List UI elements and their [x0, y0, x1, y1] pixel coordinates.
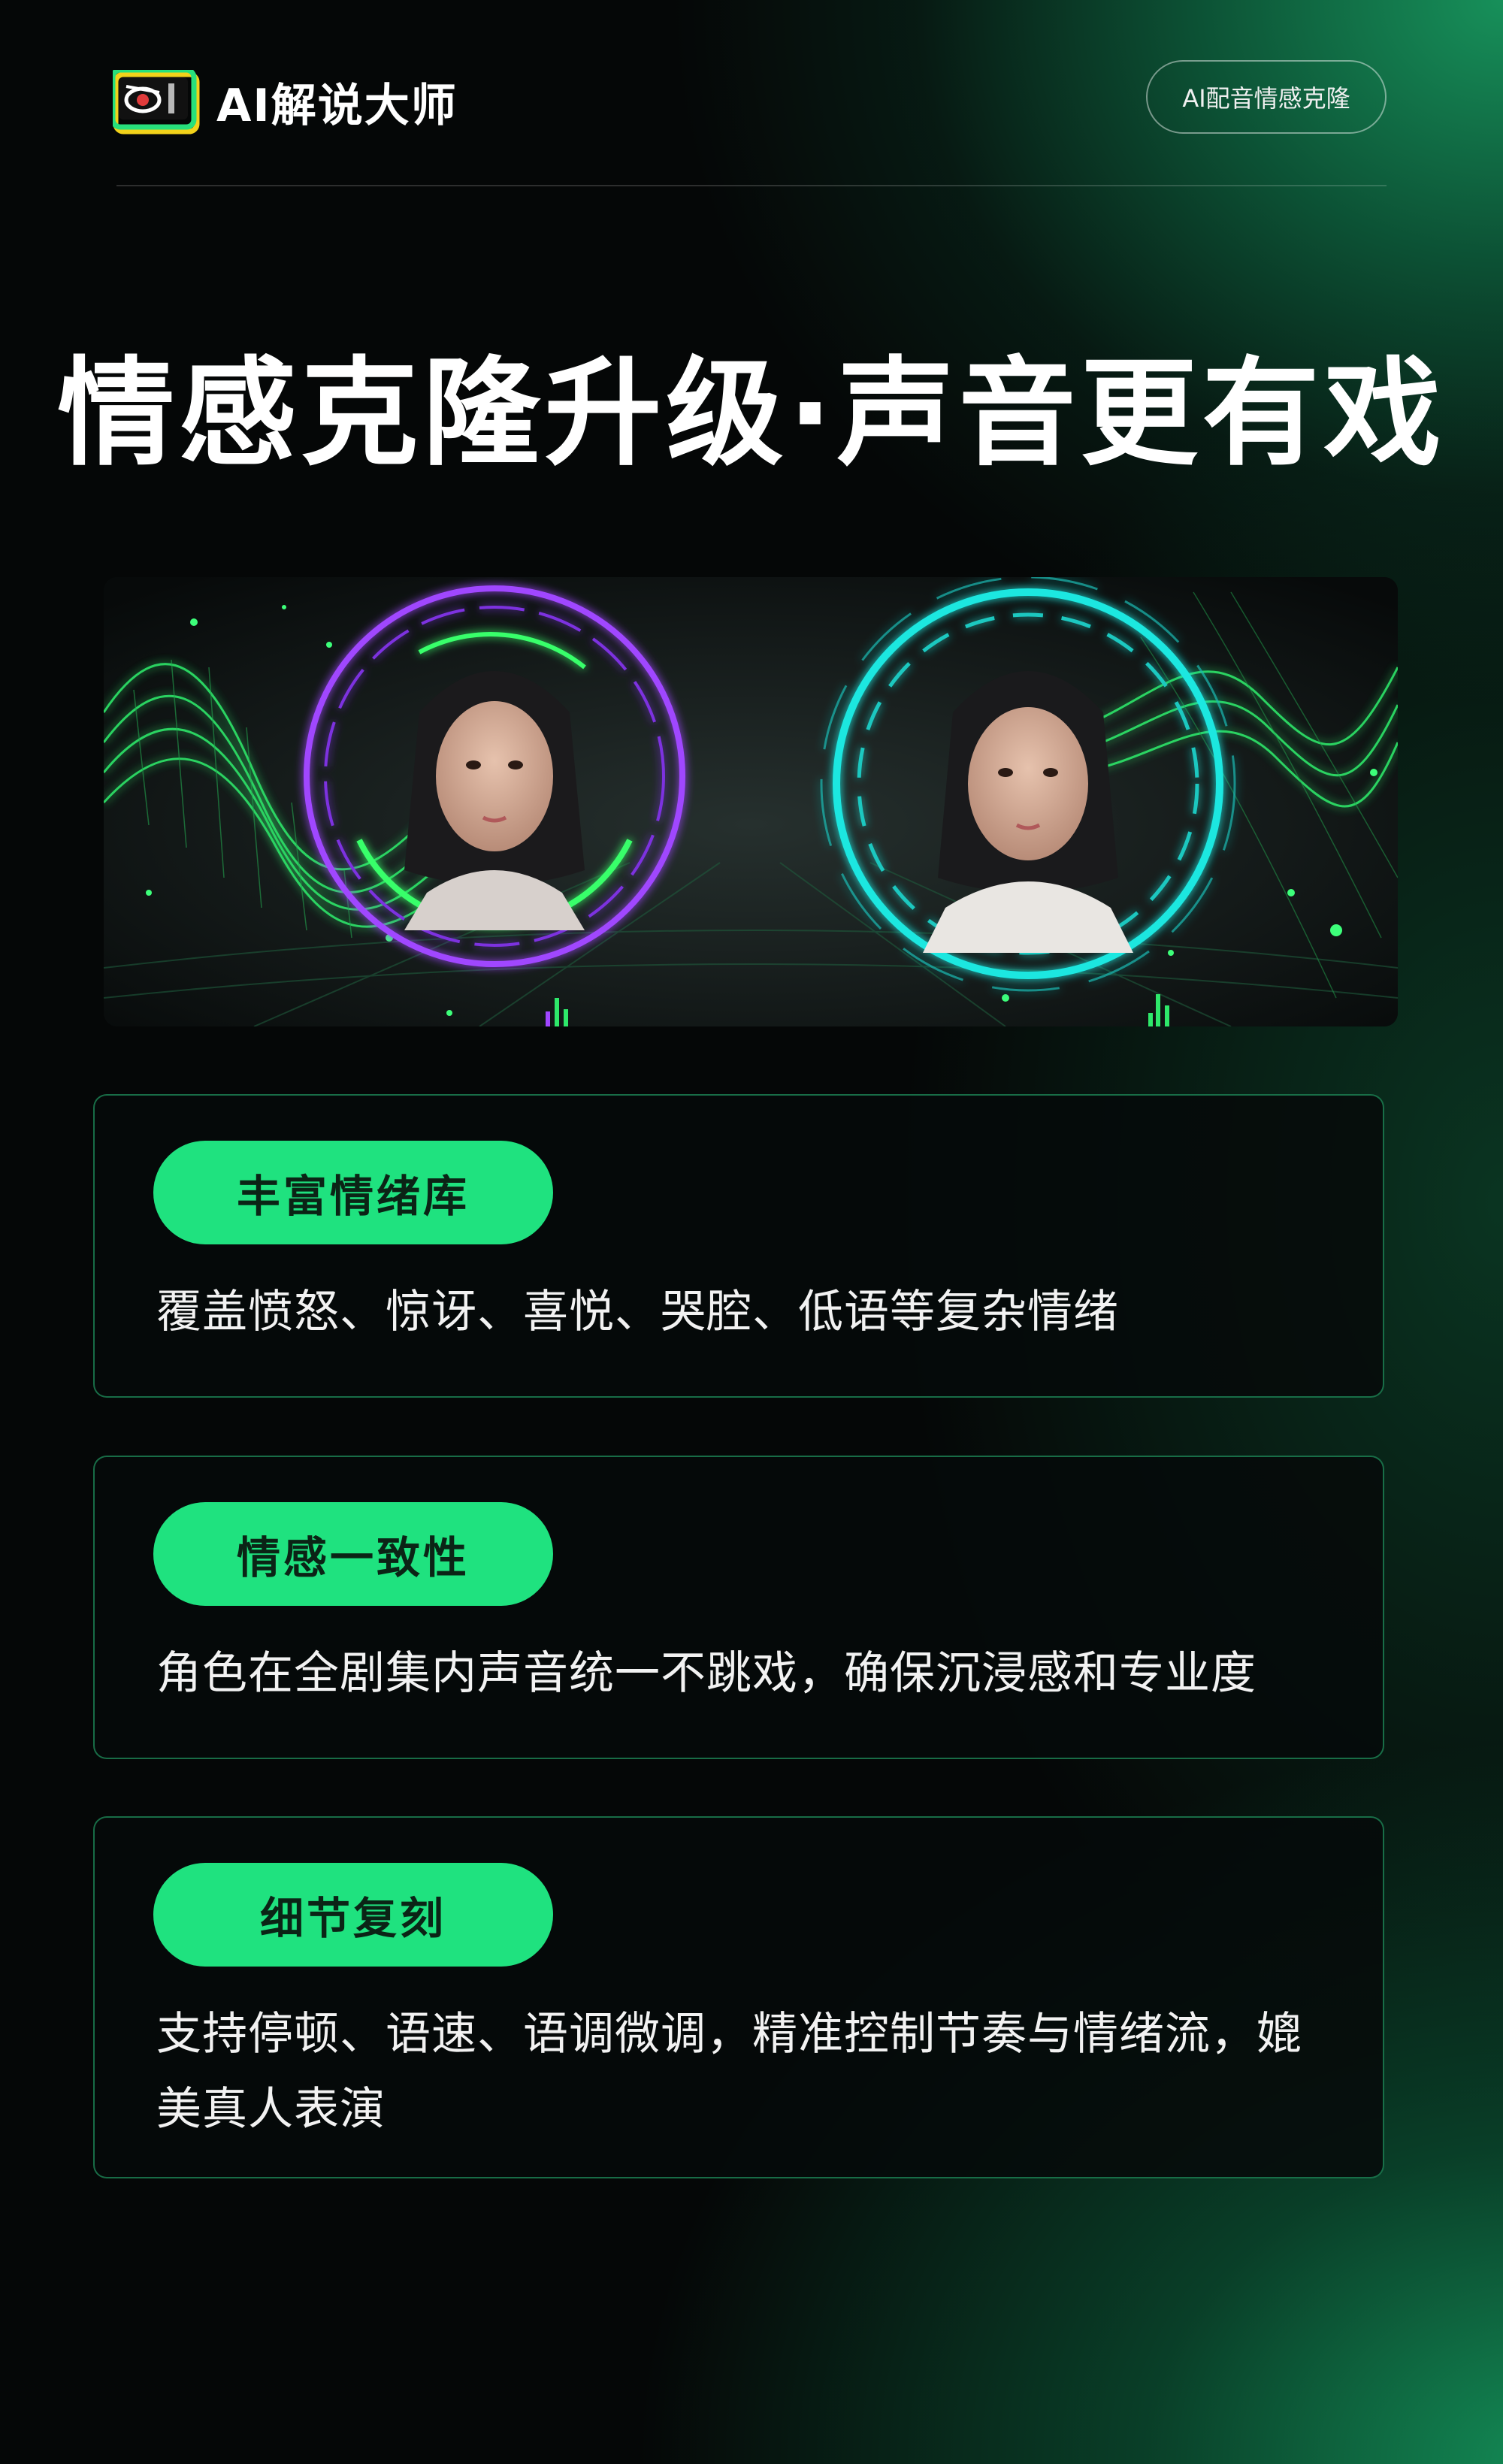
feature-text-3: 支持停顿、语速、语调微调，精准控制节奏与情绪流，媲美真人表演	[156, 2008, 1302, 2136]
feature-tag-2: 情感一致性	[153, 1502, 553, 1606]
film-clapper-icon	[110, 67, 200, 135]
feature-card-2: 情感一致性 角色在全剧集内声音统一不跳戏，确保沉浸感和专业度	[93, 1456, 1384, 1759]
feature-text-1: 覆盖愤怒、惊讶、喜悦、哭腔、低语等复杂情绪	[156, 1286, 1119, 1338]
feature-tag-1: 丰富情绪库	[153, 1141, 553, 1244]
hero-image	[104, 577, 1398, 1026]
header: AI解说大师 AI配音情感克隆	[110, 60, 1387, 195]
feature-card-1: 丰富情绪库 覆盖愤怒、惊讶、喜悦、哭腔、低语等复杂情绪	[93, 1094, 1384, 1398]
page-title: 情感克隆升级·声音更有戏	[57, 345, 1446, 482]
header-badge-button[interactable]: AI配音情感克隆	[1146, 60, 1387, 134]
brand-logo[interactable]: AI解说大师	[110, 67, 458, 135]
feature-card-3: 细节复刻 支持停顿、语速、语调微调，精准控制节奏与情绪流，媲美真人表演	[93, 1816, 1384, 2178]
brand-name: AI解说大师	[216, 80, 458, 132]
header-divider	[116, 185, 1387, 186]
feature-text-2: 角色在全剧集内声音统一不跳戏，确保沉浸感和专业度	[156, 1647, 1257, 1700]
feature-tag-3: 细节复刻	[153, 1863, 553, 1967]
